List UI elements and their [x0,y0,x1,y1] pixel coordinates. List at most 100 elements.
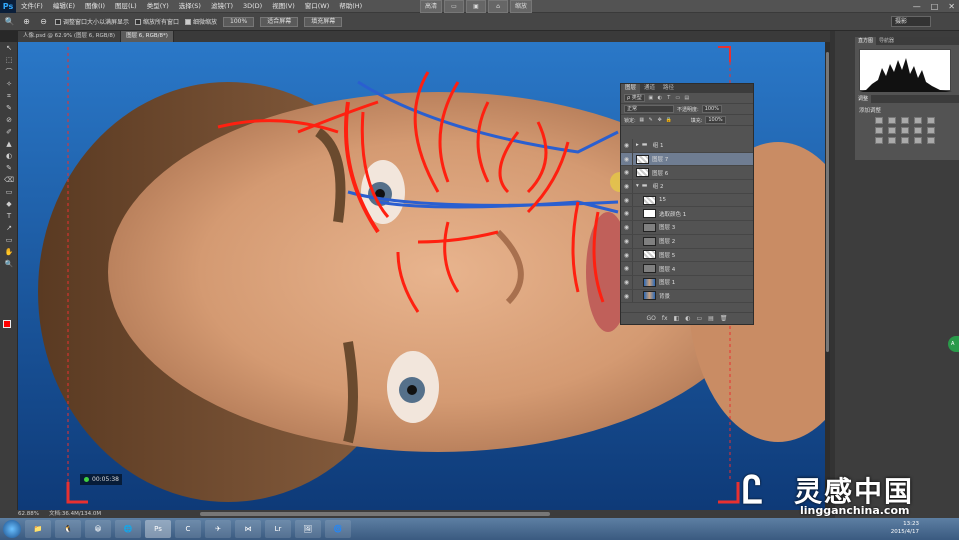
menu-item[interactable]: 编辑(E) [48,0,80,13]
layer-row[interactable]: ◉ 背景 [621,289,753,304]
photo-filter-icon[interactable] [914,127,922,134]
layer-row[interactable]: ◉ 15 [621,193,753,208]
tab-paths[interactable]: 路径 [659,84,678,93]
taskbar-app-icon[interactable]: C [175,520,201,538]
visibility-eye-icon[interactable]: ◉ [621,207,633,221]
document-tab[interactable]: 人像.psd @ 62.9% (图层 6, RGB/8) [18,31,122,42]
taskbar-app-icon[interactable]: ✈ [205,520,231,538]
taskbar-app-icon[interactable]: 🐧 [55,520,81,538]
color-balance-icon[interactable] [888,127,896,134]
visibility-eye-icon[interactable]: ◉ [621,221,633,234]
tool-icon[interactable]: ⬚ [0,54,18,66]
tool-icon[interactable]: ✐ [0,126,18,138]
visibility-eye-icon[interactable]: ◉ [621,152,633,166]
group-toggle-icon[interactable]: ▸ [636,142,639,148]
home-icon[interactable]: ⌂ [488,0,509,13]
visibility-eye-icon[interactable]: ◉ [621,275,633,289]
tool-icon[interactable]: ◆ [0,198,18,210]
blend-mode-select[interactable]: 正常 [624,105,674,113]
menu-item[interactable]: 图层(L) [110,0,142,13]
fill-input[interactable]: 100% [705,116,726,124]
link-layers-icon[interactable]: GO [647,315,656,322]
horizontal-scrollbar[interactable] [200,512,550,516]
resize-windows-checkbox[interactable]: 调整窗口大小以满屏显示 [55,17,129,26]
layer-row[interactable]: ◉ 选取颜色 1 [621,207,753,222]
tool-icon[interactable]: T [0,210,18,222]
fill-screen-button[interactable]: 填充屏幕 [304,16,343,27]
tab-layers[interactable]: 图层 [621,84,641,93]
taskbar-app-icon[interactable]: ⋈ [235,520,261,538]
start-button[interactable] [3,520,21,538]
tool-icon[interactable]: ▲ [0,138,18,150]
zoom-out-icon[interactable]: ⊖ [38,16,49,27]
layer-row[interactable]: ◉ 图层 5 [621,248,753,263]
threshold-icon[interactable] [901,137,909,144]
tab-channels[interactable]: 通道 [640,84,659,93]
scrubby-zoom-checkbox[interactable]: 细微缩放 [185,17,217,26]
vibrance-icon[interactable] [927,117,935,124]
adjustment-filter-icon[interactable]: ◐ [657,95,663,101]
tool-icon[interactable]: ▭ [0,234,18,246]
brightness-icon[interactable] [875,117,883,124]
tool-icon[interactable]: ▭ [0,186,18,198]
zoom-button[interactable]: 缩放 [510,0,533,13]
visibility-eye-icon[interactable]: ◉ [621,139,633,152]
zoom-level[interactable]: 62.88% [18,510,39,518]
tool-icon[interactable]: ✎ [0,102,18,114]
posterize-icon[interactable] [888,137,896,144]
tool-icon[interactable]: ⊘ [0,114,18,126]
hd-button[interactable]: 高清 [420,0,443,13]
visibility-eye-icon[interactable]: ◉ [621,193,633,207]
tab-navigator[interactable]: 导航器 [876,37,897,45]
arrange-icon[interactable]: ▭ [444,0,465,13]
type-filter-icon[interactable]: T [666,95,672,101]
visibility-eye-icon[interactable]: ◉ [621,180,633,193]
lock-all-icon[interactable]: 🔒 [666,117,672,123]
tool-icon[interactable]: ⌗ [0,90,18,102]
invert-icon[interactable] [875,137,883,144]
menu-item[interactable]: 滤镜(T) [206,0,238,13]
screen-mode-icon[interactable]: ▣ [466,0,487,13]
layer-row[interactable]: ◉ 图层 3 [621,221,753,235]
tool-icon[interactable]: ✋ [0,246,18,258]
tray-clock[interactable]: 13:23 2015/4/17 [891,520,919,536]
layer-row[interactable]: ◉ 图层 2 [621,234,753,249]
zoom-in-icon[interactable]: ⊕ [21,16,32,27]
close-button[interactable]: ✕ [948,2,955,11]
taskbar-app-icon[interactable]: 🌐 [115,520,141,538]
visibility-eye-icon[interactable]: ◉ [621,262,633,275]
workspace-select[interactable]: 摄影 [891,16,931,27]
tool-icon[interactable]: ✧ [0,78,18,90]
shape-filter-icon[interactable]: ▭ [675,95,681,101]
tab-adjustments[interactable]: 调整 [855,95,872,103]
new-group-icon[interactable]: ▭ [697,315,703,322]
menu-item[interactable]: 选择(S) [174,0,206,13]
layer-row[interactable]: ◉ 图层 7 [621,152,753,167]
new-layer-icon[interactable]: ▤ [708,315,714,322]
menu-item[interactable]: 3D(D) [238,0,267,13]
menu-item[interactable]: 窗口(W) [300,0,335,13]
layer-group-row[interactable]: ◉ ▾ ▬ 组 2 [621,180,753,194]
add-mask-icon[interactable]: ◧ [674,315,680,322]
tool-icon[interactable]: ↗ [0,222,18,234]
layer-row[interactable]: ◉ 图层 6 [621,166,753,181]
taskbar-app-icon[interactable]: 📁 [25,520,51,538]
curves-icon[interactable] [901,117,909,124]
taskbar-app-icon[interactable]: Lr [265,520,291,538]
layer-group-row[interactable]: ◉ ▸ ▬ 组 1 [621,139,753,153]
taskbar-app-icon[interactable]: 🖼 [295,520,321,538]
smart-filter-icon[interactable]: ▤ [684,95,690,101]
group-toggle-icon[interactable]: ▾ [636,183,639,189]
layer-kind-select[interactable]: ρ 类型 [624,94,645,102]
levels-icon[interactable] [888,117,896,124]
opacity-input[interactable]: 100% [701,105,722,113]
tool-icon[interactable]: ✎ [0,162,18,174]
vertical-scroll-thumb[interactable] [826,52,829,352]
tool-icon[interactable]: ↖ [0,42,18,54]
lock-image-icon[interactable]: ✎ [648,117,654,123]
taskbar-app-icon[interactable]: 😀 [85,520,111,538]
taskbar-app-icon[interactable]: 🌀 [325,520,351,538]
menu-item[interactable]: 文件(F) [16,0,48,13]
pixel-filter-icon[interactable]: ▣ [648,95,654,101]
channel-mixer-icon[interactable] [927,127,935,134]
